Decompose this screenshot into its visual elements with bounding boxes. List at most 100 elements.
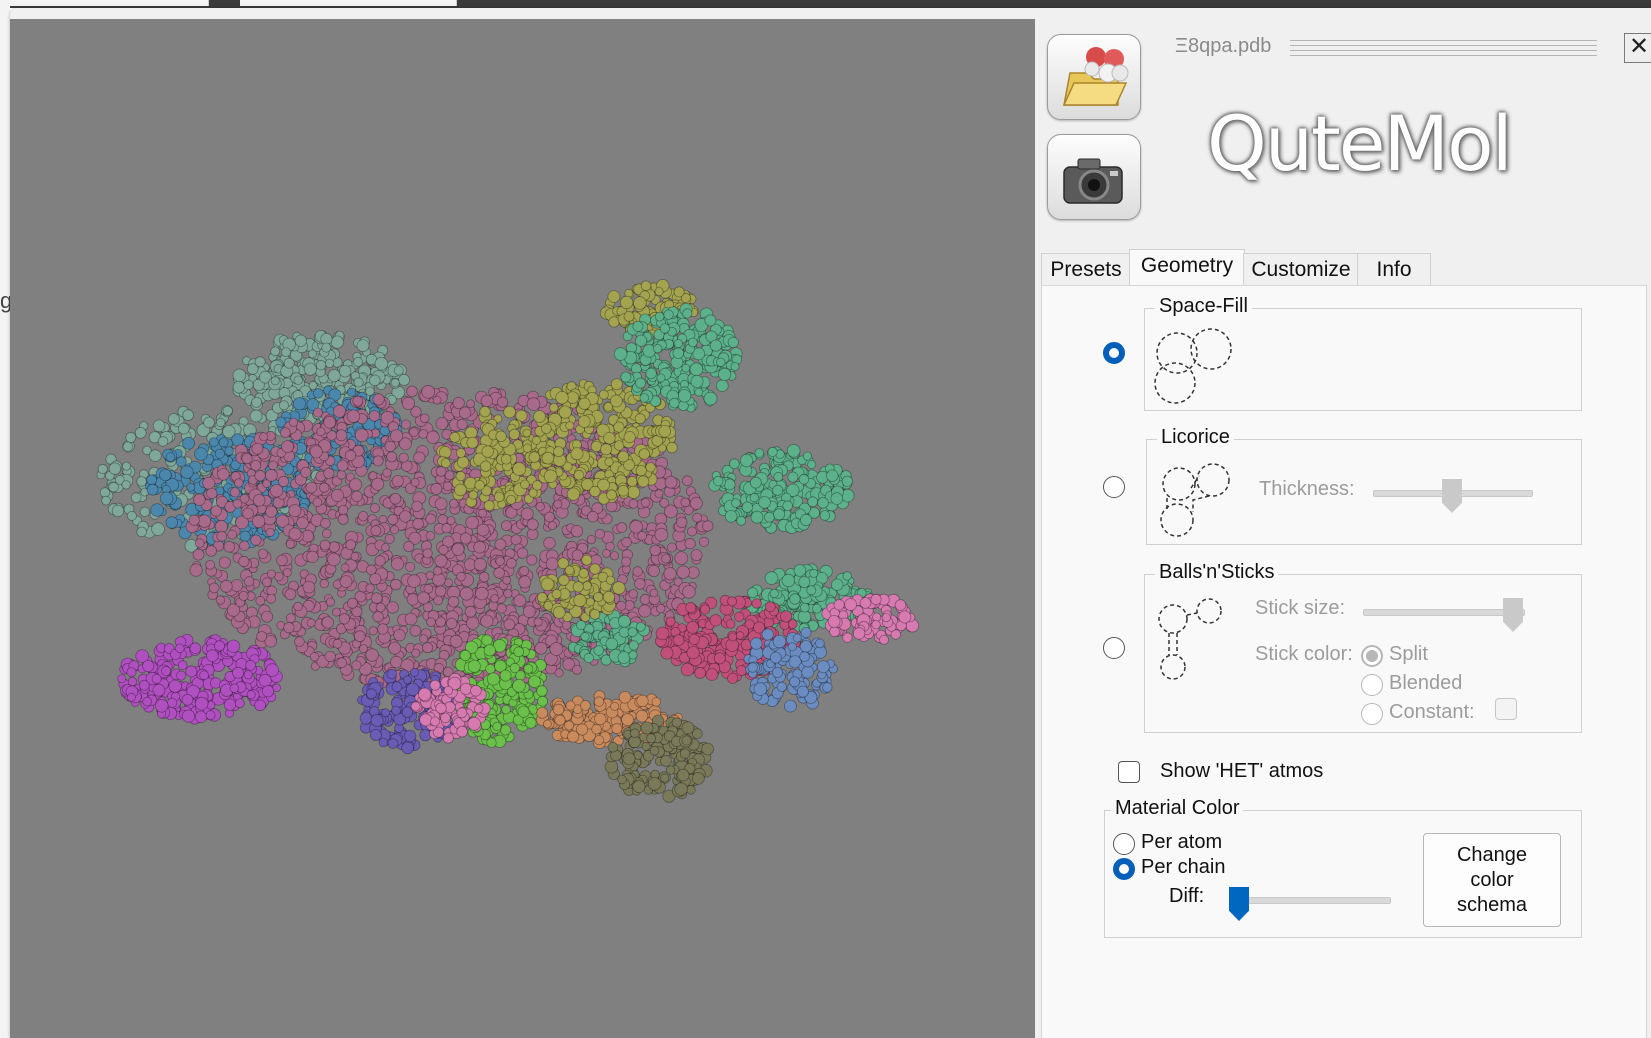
atom-sphere (681, 735, 692, 746)
atom-sphere (602, 549, 611, 558)
atom-sphere (698, 536, 710, 548)
atom-sphere (687, 337, 698, 348)
atom-sphere (121, 461, 131, 471)
molecule-render[interactable] (10, 19, 1035, 1038)
atom-sphere (674, 782, 688, 796)
atom-sphere (389, 525, 400, 535)
atom-sphere (266, 569, 276, 579)
atom-sphere (246, 690, 256, 700)
atom-sphere (312, 497, 323, 508)
atom-sphere (412, 517, 424, 530)
atom-sphere (735, 631, 745, 640)
atom-sphere (872, 612, 882, 622)
atom-sphere (194, 447, 208, 461)
atom-sphere (543, 536, 556, 550)
atom-sphere (528, 675, 541, 688)
atom-sphere (319, 539, 331, 551)
atom-sphere (205, 545, 218, 557)
atom-sphere (152, 683, 166, 697)
atom-sphere (319, 578, 330, 589)
atom-sphere (353, 356, 364, 367)
atom-sphere (126, 667, 137, 678)
atom-sphere (312, 387, 324, 399)
atom-sphere (405, 561, 416, 572)
atom-sphere (761, 628, 774, 641)
atom-sphere (391, 705, 402, 716)
atom-sphere (807, 496, 819, 508)
atom-sphere (536, 685, 548, 697)
atom-sphere (194, 696, 209, 711)
atom-sphere (223, 698, 237, 711)
atom-sphere (545, 557, 559, 571)
atom-sphere (580, 632, 590, 642)
atom-sphere (303, 362, 317, 376)
atom-sphere (346, 409, 361, 423)
atom-sphere (285, 539, 295, 549)
atom-sphere (410, 477, 420, 487)
atom-sphere (241, 452, 253, 465)
atom-sphere (214, 448, 225, 459)
atom-sphere (537, 695, 548, 707)
atom-sphere (792, 633, 802, 643)
atom-sphere (819, 510, 831, 521)
atom-sphere (429, 679, 441, 691)
molecule-viewport[interactable] (10, 19, 1035, 1038)
atom-sphere (470, 684, 482, 697)
atom-sphere (727, 336, 739, 348)
atom-sphere (747, 662, 758, 673)
atom-sphere (486, 672, 500, 686)
atom-sphere (516, 547, 529, 559)
atom-sphere (389, 492, 402, 505)
atom-sphere (122, 441, 134, 452)
atom-sphere (750, 510, 764, 524)
atom-sphere (387, 738, 399, 749)
atom-sphere (566, 487, 581, 501)
atom-sphere (622, 752, 636, 766)
atom-sphere (372, 611, 384, 623)
atom-sphere (536, 707, 549, 719)
atom-sphere (619, 295, 634, 310)
atom-sphere (692, 512, 702, 523)
atom-sphere (440, 458, 451, 469)
atom-sphere (218, 437, 229, 448)
atom-sphere (252, 493, 266, 507)
atom-sphere (680, 497, 691, 508)
atom-sphere (490, 594, 500, 603)
atom-sphere (186, 482, 196, 492)
atom-sphere (384, 533, 395, 544)
atom-sphere (772, 484, 784, 496)
atom-sphere (411, 648, 421, 658)
atom-sphere (764, 601, 776, 613)
atom-sphere (495, 430, 507, 443)
atom-sphere (422, 642, 434, 654)
atom-sphere (518, 575, 532, 589)
atom-sphere (307, 349, 317, 359)
atom-sphere (218, 556, 231, 569)
atom-sphere (634, 334, 648, 347)
atom-sphere (199, 670, 210, 681)
atom-sphere (232, 498, 243, 509)
atom-sphere (606, 489, 617, 501)
atom-sphere (769, 588, 780, 599)
atom-sphere (265, 505, 278, 518)
atom-sphere (598, 389, 609, 400)
atom-sphere (159, 468, 172, 482)
atom-sphere (623, 310, 635, 322)
atom-sphere (656, 603, 666, 614)
atom-sphere (589, 609, 601, 620)
atom-sphere (372, 455, 384, 467)
atom-sphere (222, 405, 233, 417)
atom-sphere (666, 542, 677, 553)
atom-sphere (626, 475, 638, 487)
atom-sphere (522, 443, 533, 453)
atom-sphere (508, 428, 521, 441)
atom-sphere (570, 525, 584, 538)
atom-sphere (628, 650, 638, 660)
atom-sphere (616, 522, 628, 534)
atom-sphere (354, 428, 369, 443)
atom-sphere (232, 368, 247, 383)
atom-sphere (637, 475, 650, 488)
atom-sphere (812, 603, 822, 614)
atom-sphere (234, 478, 244, 488)
atom-sphere (281, 347, 291, 358)
